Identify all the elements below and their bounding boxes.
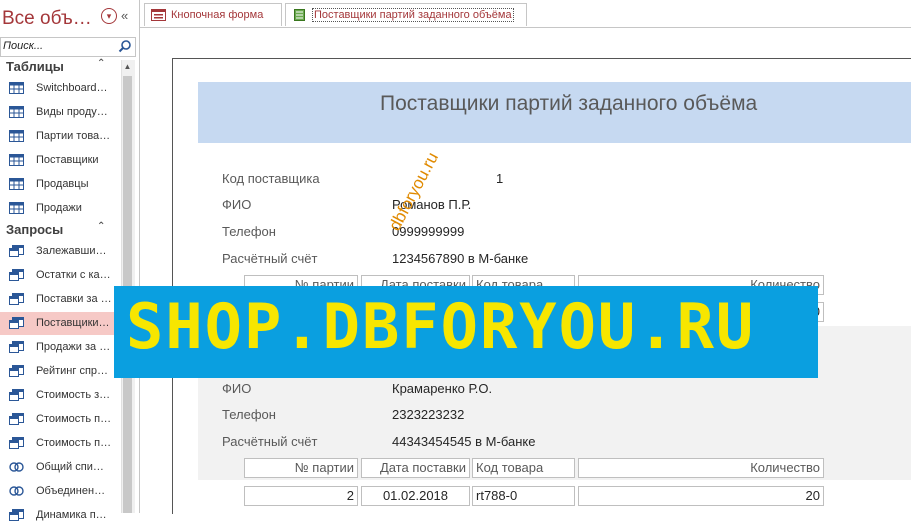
nav-item-label: Виды проду…	[36, 106, 108, 118]
nav-item-query-sales[interactable]: Продажи за …	[0, 336, 116, 359]
value-fio: Крамаренко Р.О.	[392, 381, 493, 396]
form-icon	[151, 9, 166, 21]
label-phone: Телефон	[222, 224, 276, 239]
nav-item-label: Продавцы	[36, 178, 89, 190]
nav-item-sellers[interactable]: Продавцы	[0, 173, 116, 196]
query-icon	[9, 389, 24, 401]
column-header-delivery-date: Дата поставки	[361, 458, 470, 478]
group-label: Таблицы	[6, 59, 64, 74]
label-fio: ФИО	[222, 381, 252, 396]
nav-item-label: Объединен…	[36, 485, 106, 497]
nav-item-label: Стоимость п…	[36, 413, 112, 425]
query-icon	[9, 317, 24, 329]
nav-pane-title[interactable]: Все объ…	[2, 8, 92, 30]
query-icon	[9, 245, 24, 257]
collapse-pane-icon[interactable]: «	[121, 8, 128, 23]
group-label: Запросы	[6, 222, 64, 237]
label-account: Расчётный счёт	[222, 434, 318, 449]
nav-item-label: Партии това…	[36, 130, 111, 142]
label-account: Расчётный счёт	[222, 251, 318, 266]
nav-item-switchboard[interactable]: Switchboard…	[0, 77, 116, 100]
tab-label: Поставщики партий заданного объёма	[312, 8, 514, 22]
group-header-tables[interactable]: Таблицы ⌃	[0, 57, 116, 77]
nav-item-query-cost-3[interactable]: Стоимость п…	[0, 432, 116, 455]
query-icon	[9, 413, 24, 425]
tab-label: Кнопочная форма	[171, 9, 264, 21]
label-supplier-code: Код поставщика	[222, 171, 320, 186]
value-account: 1234567890 в М-банке	[392, 251, 529, 266]
nav-item-suppliers[interactable]: Поставщики	[0, 149, 116, 172]
group-header-queries[interactable]: Запросы ⌃	[0, 220, 116, 240]
table-icon	[9, 106, 24, 118]
tab-suppliers-report[interactable]: Поставщики партий заданного объёма	[285, 3, 527, 26]
table-icon	[9, 178, 24, 190]
tab-switchboard-form[interactable]: Кнопочная форма	[144, 3, 282, 26]
nav-item-query-cost-1[interactable]: Стоимость з…	[0, 384, 116, 407]
nav-item-label: Поставщики	[36, 154, 99, 166]
nav-item-label: Стоимость п…	[36, 437, 112, 449]
cell-delivery-date: 01.02.2018	[361, 486, 470, 506]
query-icon	[9, 365, 24, 377]
nav-item-label: Продажи	[36, 202, 82, 214]
nav-item-label: Общий спи…	[36, 461, 104, 473]
query-icon	[9, 509, 24, 521]
scroll-up-arrow-icon[interactable]: ▲	[121, 60, 134, 74]
nav-item-label: Динамика п…	[36, 509, 107, 521]
nav-item-sales[interactable]: Продажи	[0, 197, 116, 220]
table-icon	[9, 82, 24, 94]
search-input[interactable]	[3, 39, 113, 53]
nav-search-box	[0, 37, 136, 57]
nav-item-product-types[interactable]: Виды проду…	[0, 101, 116, 124]
nav-item-query-suppliers[interactable]: Поставщики…	[0, 312, 116, 335]
report-icon	[294, 9, 305, 21]
nav-item-query-stale[interactable]: Залежавши…	[0, 240, 116, 263]
nav-menu-dropdown-icon[interactable]: ▾	[101, 8, 117, 24]
nav-item-query-stock[interactable]: Остатки с ка…	[0, 264, 116, 287]
nav-item-query-deliveries[interactable]: Поставки за …	[0, 288, 116, 311]
report-title: Поставщики партий заданного объёма	[380, 92, 758, 115]
nav-item-label: Поставки за …	[36, 293, 112, 305]
chevron-up-icon[interactable]: ⌃	[97, 58, 105, 69]
nav-item-query-dynamics[interactable]: Динамика п…	[0, 504, 116, 527]
watermark-banner-text: SHOP.DBFORYOU.RU	[126, 290, 756, 363]
nav-item-query-cost-2[interactable]: Стоимость п…	[0, 408, 116, 431]
nav-item-label: Рейтинг спр…	[36, 365, 109, 377]
search-icon[interactable]	[118, 39, 132, 53]
table-icon	[9, 130, 24, 142]
nav-item-label: Залежавши…	[36, 245, 107, 257]
nav-item-query-general-list[interactable]: Общий спи…	[0, 456, 116, 479]
table-icon	[9, 154, 24, 166]
nav-item-label: Поставщики…	[36, 317, 110, 329]
nav-item-label: Продажи за …	[36, 341, 111, 353]
column-header-batch: № партии	[244, 458, 358, 478]
nav-item-label: Switchboard…	[36, 82, 108, 94]
nav-item-batches[interactable]: Партии това…	[0, 125, 116, 148]
cell-product-code: rt788-0	[472, 486, 575, 506]
query-icon	[9, 341, 24, 353]
nav-item-query-union[interactable]: Объединен…	[0, 480, 116, 503]
cell-quantity: 20	[578, 486, 824, 506]
chevron-up-icon[interactable]: ⌃	[97, 221, 105, 232]
nav-item-query-rating[interactable]: Рейтинг спр…	[0, 360, 116, 383]
union-query-icon	[9, 462, 24, 472]
query-icon	[9, 269, 24, 281]
nav-item-label: Остатки с ка…	[36, 269, 111, 281]
label-phone: Телефон	[222, 407, 276, 422]
value-supplier-code: 1	[496, 171, 504, 186]
column-header-product-code: Код товара	[472, 458, 575, 478]
nav-item-label: Стоимость з…	[36, 389, 111, 401]
value-phone: 2323223232	[392, 407, 465, 422]
value-account: 44343454545 в М-банке	[392, 434, 536, 449]
query-icon	[9, 437, 24, 449]
table-icon	[9, 202, 24, 214]
cell-batch: 2	[244, 486, 358, 506]
query-icon	[9, 293, 24, 305]
column-header-quantity: Количество	[578, 458, 824, 478]
label-fio: ФИО	[222, 197, 252, 212]
union-query-icon	[9, 486, 24, 496]
